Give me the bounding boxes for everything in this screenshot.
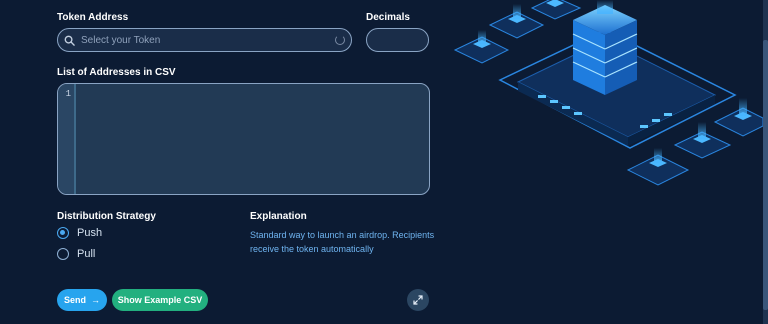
- radio-pull[interactable]: Pull: [57, 248, 95, 260]
- radio-button-unchecked[interactable]: [57, 248, 69, 260]
- token-select-placeholder: Select your Token: [81, 34, 161, 46]
- radio-push[interactable]: Push: [57, 227, 102, 239]
- loading-spinner-icon: [335, 35, 345, 45]
- expand-icon: [413, 295, 423, 305]
- arrow-right-icon: →: [91, 295, 100, 305]
- token-select[interactable]: Select your Token: [57, 28, 352, 52]
- search-icon: [64, 35, 75, 46]
- explanation-label: Explanation: [250, 211, 307, 222]
- send-button-label: Send: [63, 295, 86, 305]
- distribution-strategy-label: Distribution Strategy: [57, 211, 156, 222]
- radio-button-checked[interactable]: [57, 227, 69, 239]
- expand-button[interactable]: [407, 289, 429, 311]
- decimals-label: Decimals: [366, 12, 410, 23]
- radio-label-push: Push: [77, 227, 103, 239]
- scrollbar-thumb[interactable]: [763, 40, 768, 310]
- decimals-input[interactable]: [366, 28, 429, 52]
- token-address-label: Token Address: [57, 12, 129, 23]
- show-example-csv-button[interactable]: Show Example CSV: [112, 289, 208, 311]
- line-gutter: 1: [58, 84, 76, 194]
- csv-label: List of Addresses in CSV: [57, 67, 176, 78]
- scrollbar[interactable]: [763, 0, 768, 324]
- csv-editor[interactable]: 1: [57, 83, 430, 195]
- explanation-text: Standard way to launch an airdrop. Recip…: [250, 230, 435, 254]
- server-illustration: [453, 0, 763, 186]
- line-number: 1: [65, 89, 71, 99]
- send-button[interactable]: Send →: [57, 289, 107, 311]
- radio-label-pull: Pull: [77, 248, 96, 260]
